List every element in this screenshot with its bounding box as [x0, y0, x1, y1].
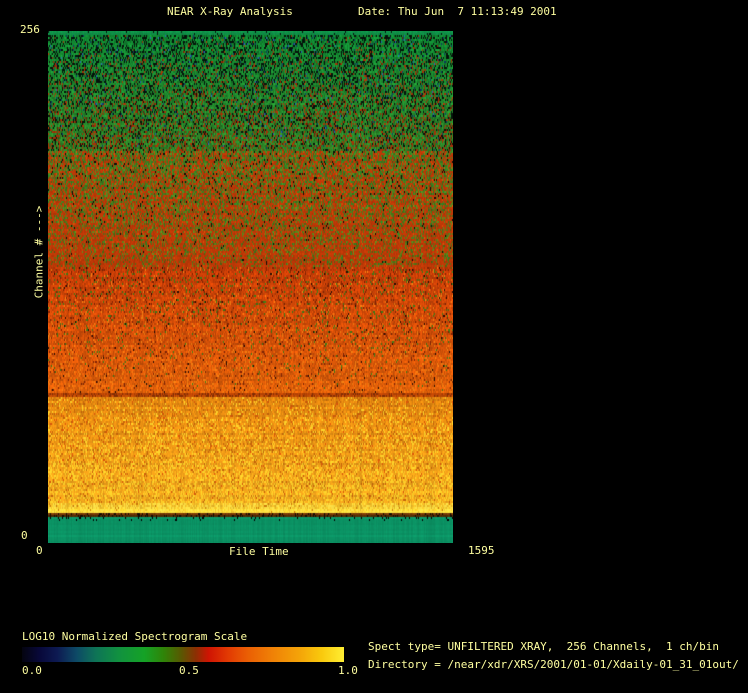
header-date: Date: Thu Jun 7 11:13:49 2001 — [358, 5, 557, 18]
spect-type-info: Spect type= UNFILTERED XRAY, 256 Channel… — [368, 640, 719, 653]
colorbar-tick-mid: 0.5 — [179, 664, 199, 677]
y-axis-max-label: 256 — [20, 23, 40, 36]
x-axis-title: File Time — [229, 545, 289, 558]
spectrogram-canvas — [48, 31, 453, 543]
colorbar-tick-min: 0.0 — [22, 664, 42, 677]
colorbar-title: LOG10 Normalized Spectrogram Scale — [22, 630, 247, 643]
colorbar-tick-max: 1.0 — [338, 664, 358, 677]
directory-info: Directory = /near/xdr/XRS/2001/01-01/Xda… — [368, 658, 739, 671]
y-axis-title: Channel # ---> — [33, 206, 46, 299]
near-xray-analysis-window: NEAR X-Ray Analysis Date: Thu Jun 7 11:1… — [0, 0, 748, 693]
y-axis-min-label: 0 — [21, 529, 28, 542]
page-title: NEAR X-Ray Analysis — [167, 5, 293, 18]
x-axis-max-label: 1595 — [468, 544, 495, 557]
x-axis-min-label: 0 — [36, 544, 43, 557]
colorbar-gradient — [22, 647, 344, 662]
